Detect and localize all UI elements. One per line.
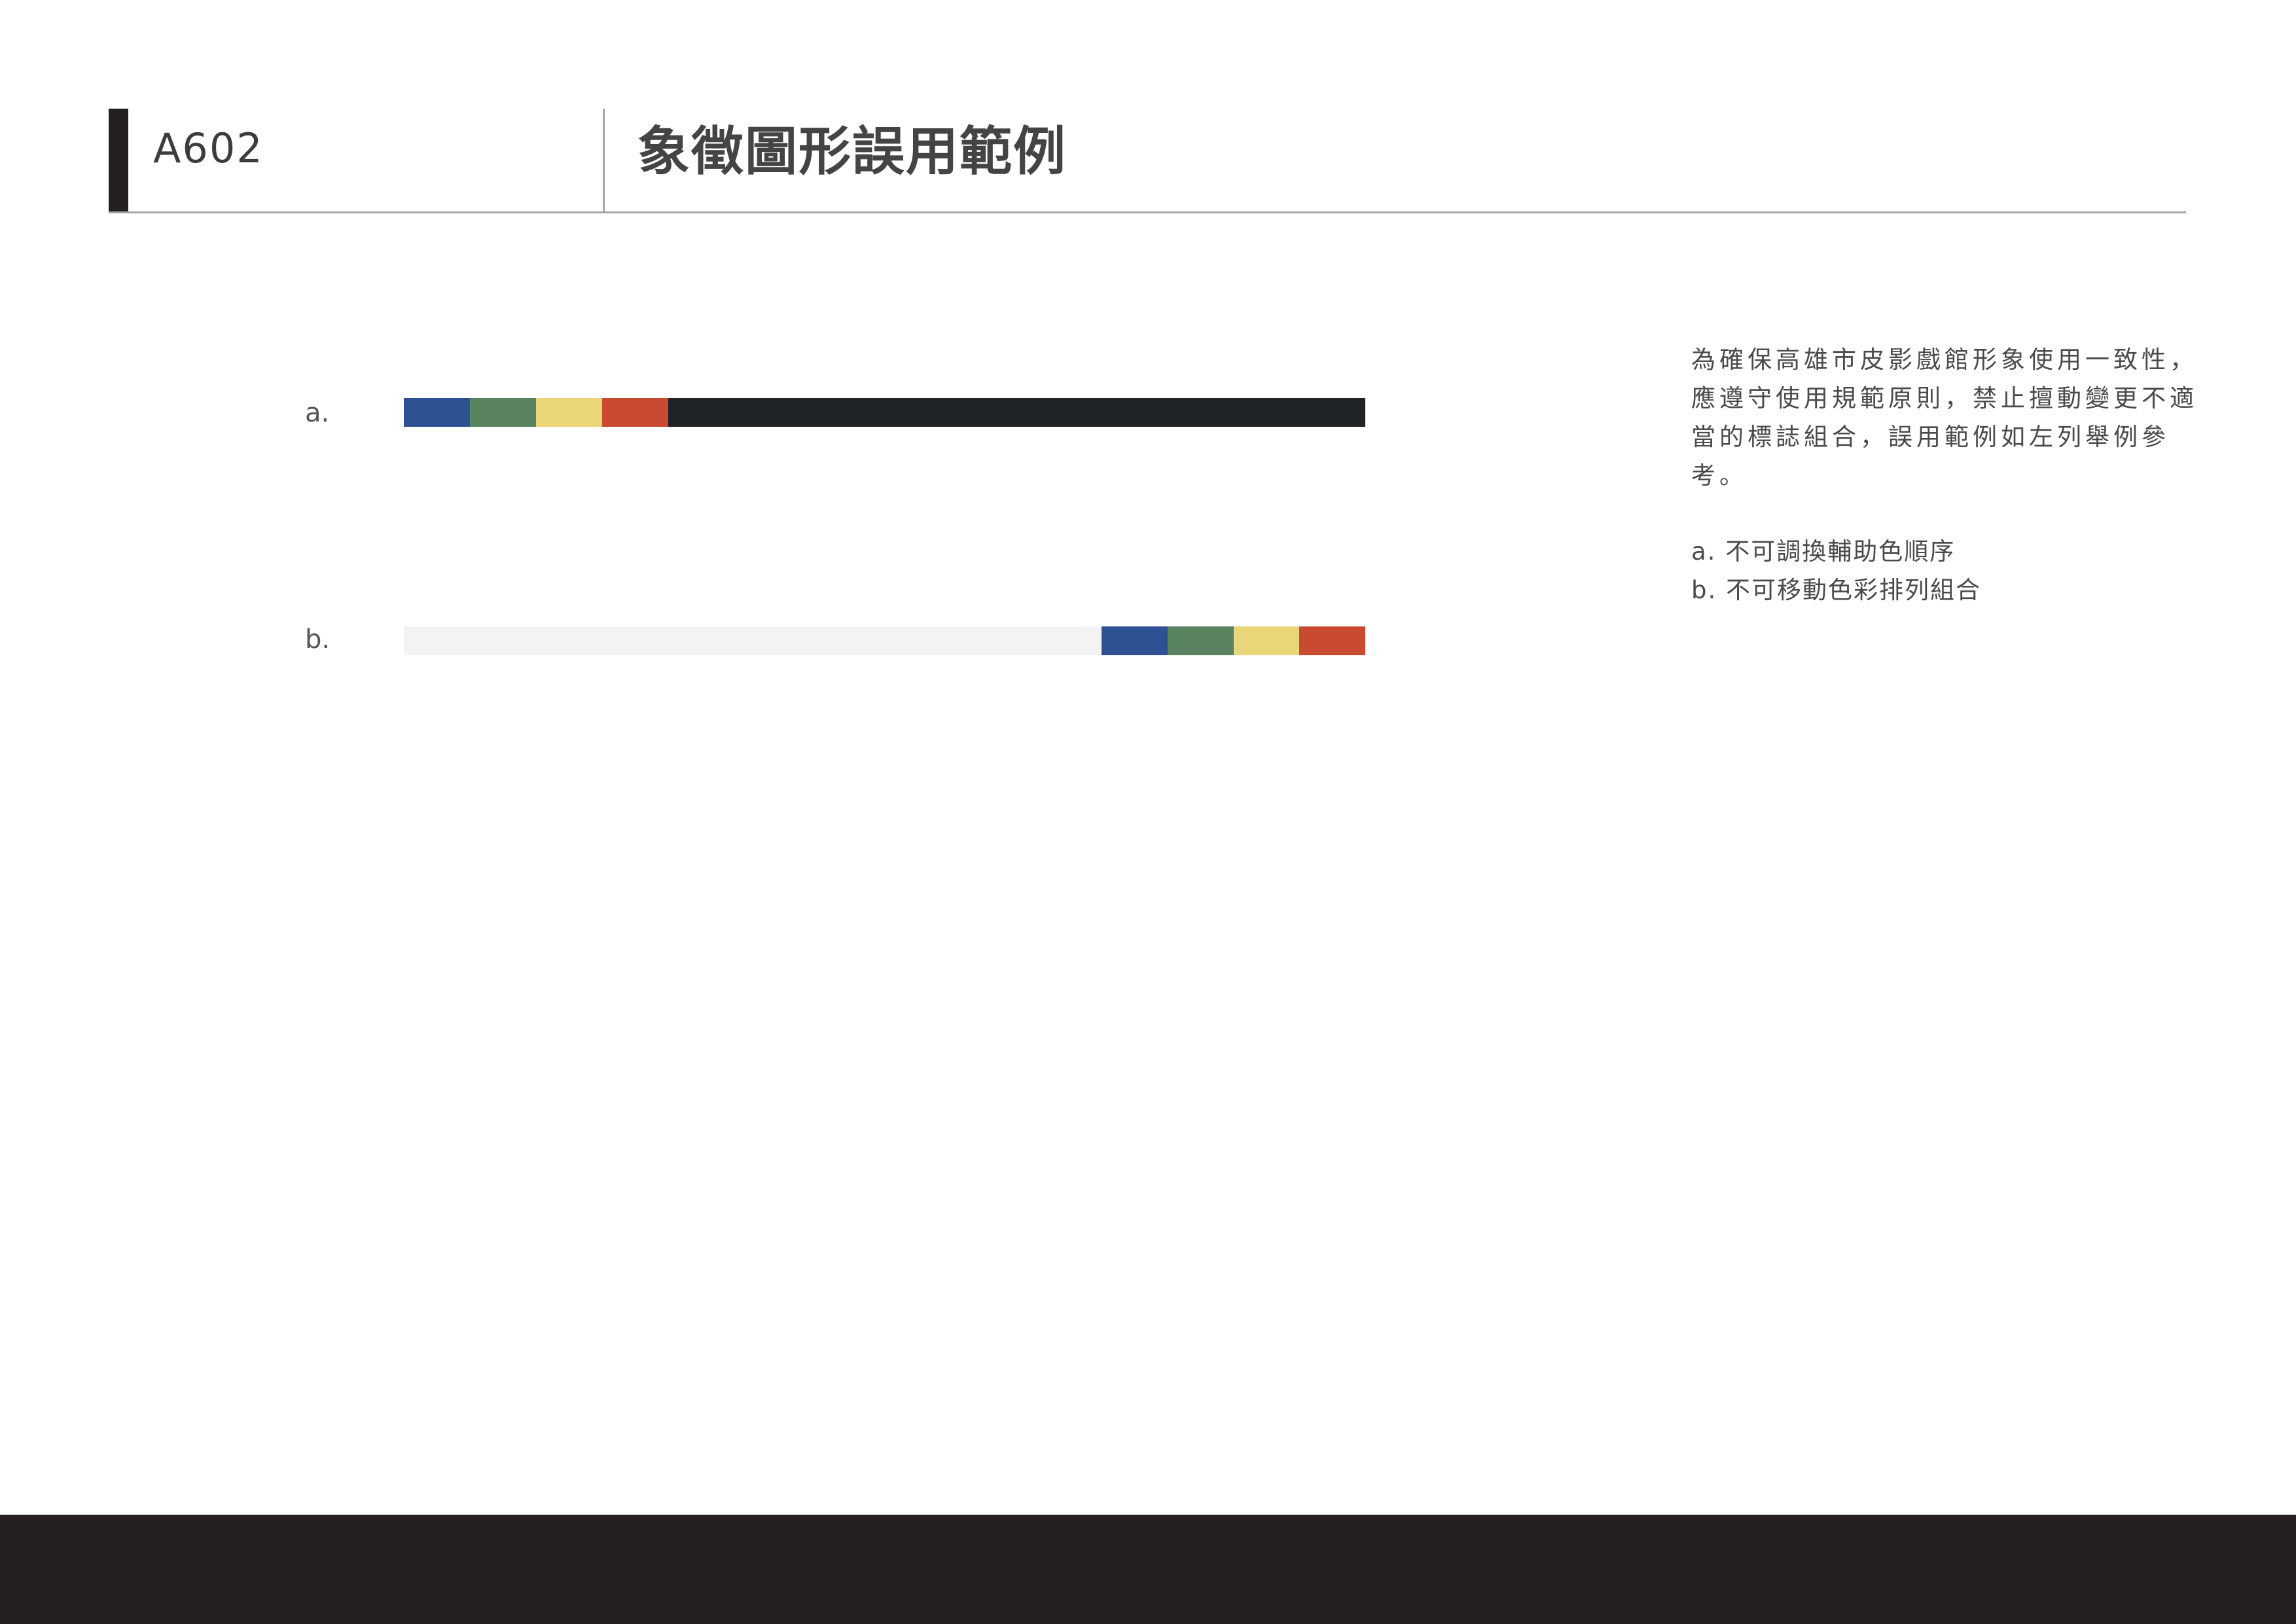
example-b-blue-segment: [1102, 626, 1168, 655]
header-divider: [603, 109, 605, 213]
description-line: 考。: [1691, 461, 1748, 490]
page-code: A602: [153, 124, 264, 172]
example-a-yellow-segment: [536, 398, 602, 427]
example-a-blue-segment: [404, 398, 470, 427]
header-rule: [109, 211, 2186, 213]
example-a-red-segment: [602, 398, 668, 427]
footer-band: [0, 1515, 2296, 1624]
example-b-label: b.: [305, 624, 331, 655]
description-text: 為確保高雄市皮影戲館形象使用一致性， 應遵守使用規範原則，禁止擅動變更不適 當的…: [1691, 340, 2195, 495]
rule-item-a: a. 不可調換輔助色順序: [1691, 537, 1956, 566]
example-a-bar: [404, 398, 1365, 427]
header-accent-bar: [109, 109, 128, 213]
example-b-bar: [404, 626, 1365, 655]
example-b-green-segment: [1168, 626, 1234, 655]
description-line: 為確保高雄市皮影戲館形象使用一致性，: [1691, 346, 2198, 374]
rule-item-b: b. 不可移動色彩排列組合: [1691, 576, 1982, 604]
example-b-red-segment: [1299, 626, 1365, 655]
description-line: 應遵守使用規範原則，禁止擅動變更不適: [1691, 384, 2198, 412]
description-line: 當的標誌組合，誤用範例如左列舉例參: [1691, 423, 2170, 451]
page-title: 象徵圖形誤用範例: [637, 121, 1067, 182]
example-a-green-segment: [470, 398, 536, 427]
example-a-label: a.: [305, 398, 330, 428]
misuse-rules-list: a. 不可調換輔助色順序 b. 不可移動色彩排列組合: [1691, 532, 1981, 609]
example-b-yellow-segment: [1234, 626, 1300, 655]
